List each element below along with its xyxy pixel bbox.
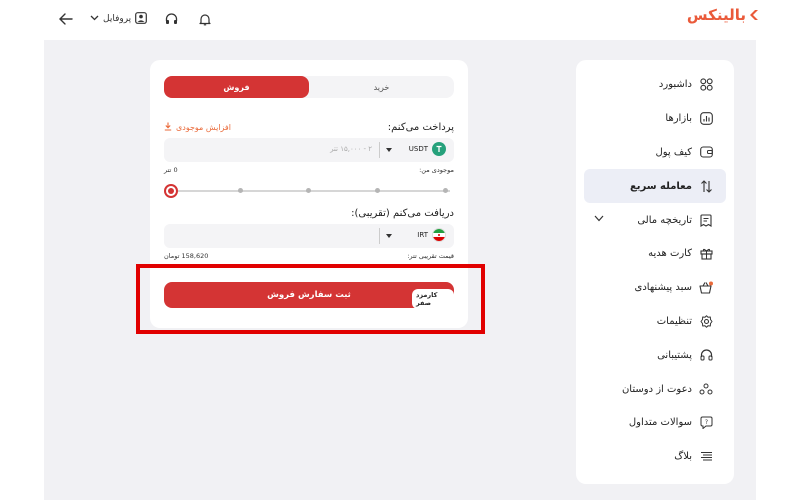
user-icon [135, 11, 148, 27]
sidebar-item-quick-trade[interactable]: معامله سریع [584, 169, 726, 204]
sidebar-item-label: کارت هدیه [648, 248, 692, 260]
submit-sell-order-label: ثبت سفارش فروش [267, 290, 351, 300]
profile-menu[interactable]: پروفایل [90, 11, 148, 27]
sidebar-item-label: کیف پول [655, 146, 692, 158]
sidebar-item-settings[interactable]: تنظیمات [584, 305, 726, 339]
slider-step-50[interactable] [306, 188, 311, 193]
sidebar-item-label: پشتیبانی [657, 349, 692, 361]
header-actions: پروفایل [56, 9, 215, 29]
logo-mark-icon [748, 9, 760, 21]
sidebar-item-label: تاریخچه مالی [637, 214, 692, 226]
slider-step-75[interactable] [375, 188, 380, 193]
wallet-icon [698, 144, 714, 160]
caret-down-icon[interactable] [386, 148, 392, 152]
history-icon [698, 212, 714, 228]
sidebar-item-label: معامله سریع [629, 180, 692, 192]
my-balance-value: 0 تتر [164, 166, 178, 174]
usdt-coin-icon [432, 142, 446, 156]
headphones-icon [698, 347, 714, 363]
field-divider [379, 142, 380, 158]
chevron-down-icon[interactable] [594, 214, 604, 225]
tab-sell[interactable]: فروش [164, 76, 309, 98]
tab-buy[interactable]: خرید [309, 76, 454, 98]
chart-icon [698, 111, 714, 127]
increase-balance-label: افزایش موجودی [176, 123, 231, 132]
sidebar-item-dashboard[interactable]: داشبورد [584, 68, 726, 102]
profile-label: پروفایل [103, 14, 132, 24]
swap-arrows-icon [698, 178, 714, 194]
gift-icon [698, 246, 714, 262]
sidebar-item-label: بازارها [665, 113, 692, 125]
sidebar-item-gift-card[interactable]: کارت هدیه [584, 237, 726, 271]
sidebar-item-label: دعوت از دوستان [621, 383, 692, 395]
chevron-down-icon [90, 14, 99, 24]
basket-icon [698, 280, 714, 296]
submit-sell-order-button[interactable]: ثبت سفارش فروش کارمزد صفر [164, 282, 454, 309]
slider-knob[interactable] [164, 184, 178, 198]
slider-step-25[interactable] [238, 188, 243, 193]
pay-amount-field[interactable]: USDT ۲ - ۱۵,۰۰۰ تتر [164, 138, 454, 162]
quick-trade-card: فروش خرید پرداخت می‌کنم: افزایش موجودی U… [150, 60, 468, 328]
sidebar-item-faq[interactable]: ? سوالات متداول [584, 406, 726, 440]
menu-lines-icon [698, 449, 714, 465]
sidebar-item-label: داشبورد [658, 79, 692, 91]
download-icon [164, 122, 172, 133]
approx-price-label: قیمت تقریبی تتر: [407, 252, 454, 260]
sidebar-item-label: سبد پیشنهادی [634, 282, 693, 294]
caret-down-icon[interactable] [386, 234, 392, 238]
sidebar-item-financial-history[interactable]: تاریخچه مالی [584, 203, 726, 237]
sidebar-item-label: تنظیمات [656, 315, 692, 327]
pay-currency-code: USDT [408, 145, 428, 153]
sidebar-item-label: بلاگ [674, 451, 692, 463]
top-header: بالینکس پروفایل [0, 0, 800, 38]
users-icon [698, 381, 714, 397]
sidebar-item-markets[interactable]: بازارها [584, 102, 726, 136]
increase-balance-link[interactable]: افزایش موجودی [164, 122, 231, 133]
gear-icon [698, 313, 714, 329]
sidebar-item-invite-friends[interactable]: دعوت از دوستان [584, 372, 726, 406]
logo[interactable]: بالینکس [687, 6, 760, 24]
logo-text: بالینکس [686, 6, 746, 24]
sidebar-item-suggested-basket[interactable]: سبد پیشنهادی [584, 271, 726, 305]
pay-label: پرداخت می‌کنم: [387, 122, 454, 133]
receive-amount-field[interactable]: IRT [164, 224, 454, 248]
sidebar-item-support[interactable]: پشتیبانی [584, 338, 726, 372]
headphones-icon[interactable] [161, 9, 181, 29]
trade-tabs: فروش خرید [164, 76, 454, 98]
receive-currency-select[interactable]: IRT [417, 228, 446, 242]
sidebar: داشبورد بازارها کیف پول معامله سریع تاری… [576, 60, 734, 484]
my-balance-label: موجودی من: [419, 166, 454, 174]
field-divider [379, 228, 380, 244]
grid-icon [698, 77, 714, 93]
sidebar-item-wallet[interactable]: کیف پول [584, 136, 726, 170]
iran-flag-icon [432, 228, 446, 242]
sidebar-item-blog[interactable]: بلاگ [584, 440, 726, 474]
pay-currency-select[interactable]: USDT [409, 142, 446, 156]
question-icon: ? [698, 415, 714, 431]
bell-icon[interactable] [195, 9, 215, 29]
back-arrow-icon[interactable] [56, 9, 76, 29]
sidebar-item-label: سوالات متداول [628, 417, 692, 429]
svg-text:?: ? [704, 419, 707, 426]
receive-currency-code: IRT [417, 231, 428, 239]
amount-slider[interactable] [164, 184, 450, 198]
pay-amount-placeholder[interactable]: ۲ - ۱۵,۰۰۰ تتر [330, 145, 372, 153]
zero-fee-badge: کارمزد صفر [412, 289, 454, 309]
receive-label: دریافت می‌کنم (تقریبی): [351, 208, 454, 219]
approx-price-value: 158,620 تومان [164, 252, 209, 260]
slider-step-100[interactable] [443, 188, 448, 193]
